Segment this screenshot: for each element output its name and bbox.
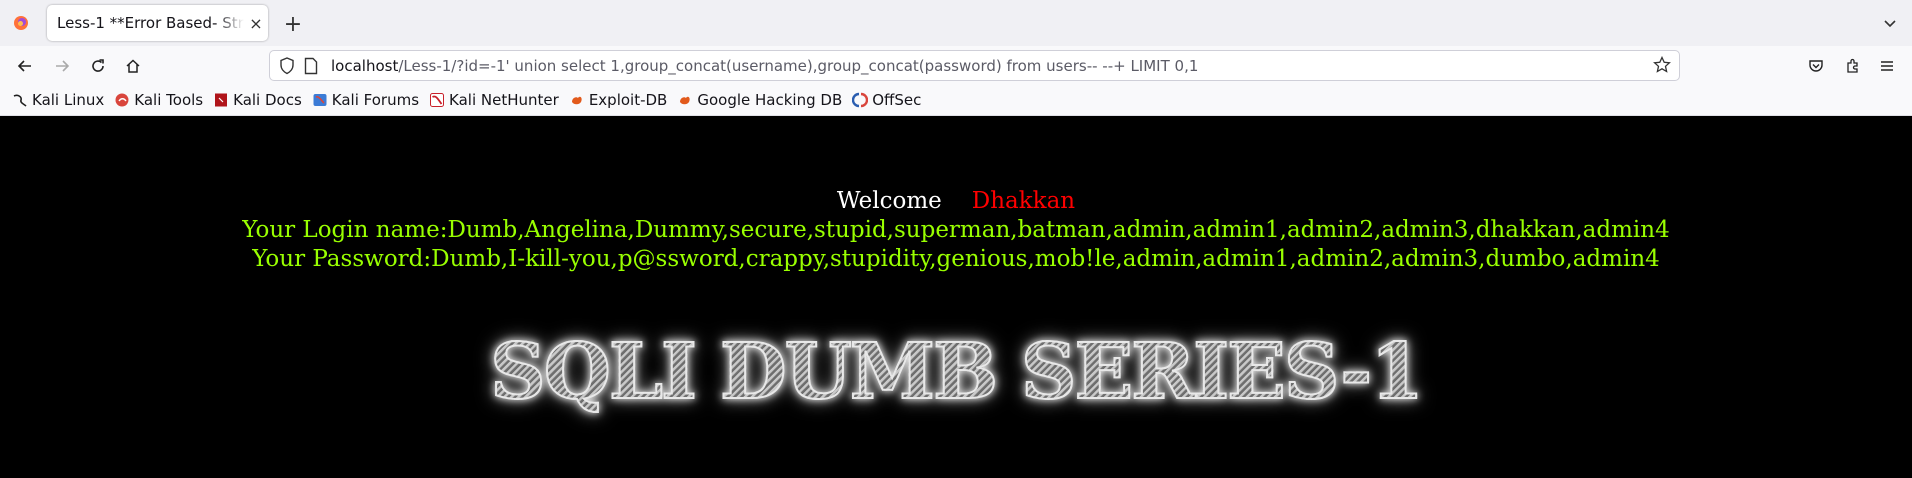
bookmarks-toolbar: Kali Linux Kali Tools Kali Docs Kali For… <box>0 85 1912 116</box>
bookmark-kali-linux[interactable]: Kali Linux <box>12 91 104 109</box>
bookmark-label: Kali NetHunter <box>449 91 559 109</box>
tab-active[interactable]: Less-1 **Error Based- String** × <box>47 5 268 41</box>
welcome-line: Welcome Dhakkan <box>0 187 1912 215</box>
bookmark-offsec[interactable]: OffSec <box>852 91 921 109</box>
url-path: /Less-1/?id=-1' union select 1,group_con… <box>398 57 1199 75</box>
back-arrow-icon[interactable] <box>12 53 38 79</box>
tab-close-icon[interactable]: × <box>244 11 268 35</box>
page-content: Welcome Dhakkan Your Login name:Dumb,Ange… <box>0 117 1912 478</box>
bookmark-label: Kali Linux <box>32 91 105 109</box>
bookmark-kali-docs[interactable]: Kali Docs <box>213 91 302 109</box>
menu-hamburger-icon[interactable] <box>1874 53 1900 79</box>
user-name: Dhakkan <box>971 188 1076 214</box>
bookmark-label: Kali Tools <box>134 91 204 109</box>
exploit-db-icon <box>569 92 585 108</box>
forward-arrow-icon[interactable] <box>49 53 75 79</box>
tab-title: Less-1 **Error Based- String** <box>57 14 244 32</box>
bookmark-kali-nethunter[interactable]: Kali NetHunter <box>429 91 559 109</box>
offsec-icon <box>852 92 869 108</box>
bookmark-label: Kali Docs <box>233 91 302 109</box>
url-text[interactable]: localhost/Less-1/?id=-1' union select 1,… <box>331 57 1198 75</box>
tracking-protection-shield-icon[interactable] <box>279 57 295 79</box>
bookmark-exploit-db[interactable]: Exploit-DB <box>569 91 668 109</box>
new-tab-button[interactable]: + <box>279 10 307 38</box>
ghdb-icon <box>677 92 693 108</box>
reload-icon[interactable] <box>85 53 111 79</box>
firefox-view-icon[interactable] <box>0 0 42 46</box>
kali-nethunter-icon <box>429 92 445 108</box>
navigation-bar: localhost/Less-1/?id=-1' union select 1,… <box>0 46 1912 85</box>
bookmark-label: OffSec <box>872 91 922 109</box>
bookmark-star-icon[interactable] <box>1653 55 1671 78</box>
page-info-icon[interactable] <box>304 57 318 79</box>
kali-forums-icon <box>312 92 328 108</box>
home-icon[interactable] <box>120 53 146 79</box>
kali-docs-icon <box>213 92 229 108</box>
bookmark-google-hacking-db[interactable]: Google Hacking DB <box>677 91 842 109</box>
kali-tools-icon <box>114 92 130 108</box>
bookmark-kali-forums[interactable]: Kali Forums <box>312 91 419 109</box>
bookmark-label: Exploit-DB <box>588 91 668 109</box>
tab-bar: Less-1 **Error Based- String** × + <box>0 0 1912 46</box>
extensions-icon[interactable] <box>1840 53 1866 79</box>
sqli-dumb-series-banner-image: SQLI DUMB SERIES-1 <box>0 326 1912 418</box>
url-bar[interactable]: localhost/Less-1/?id=-1' union select 1,… <box>269 50 1680 81</box>
url-host: localhost <box>331 57 399 75</box>
pocket-icon[interactable] <box>1803 53 1829 79</box>
welcome-text: Welcome <box>836 188 942 214</box>
login-name-result: Your Login name:Dumb,Angelina,Dummy,secu… <box>242 217 1670 243</box>
list-all-tabs-chevron-down-icon[interactable] <box>1878 11 1902 35</box>
kali-linux-icon <box>12 92 28 108</box>
password-result: Your Password:Dumb,I-kill-you,p@ssword,c… <box>252 246 1660 272</box>
bookmark-label: Kali Forums <box>331 91 420 109</box>
bookmark-kali-tools[interactable]: Kali Tools <box>114 91 203 109</box>
bookmark-label: Google Hacking DB <box>697 91 843 109</box>
